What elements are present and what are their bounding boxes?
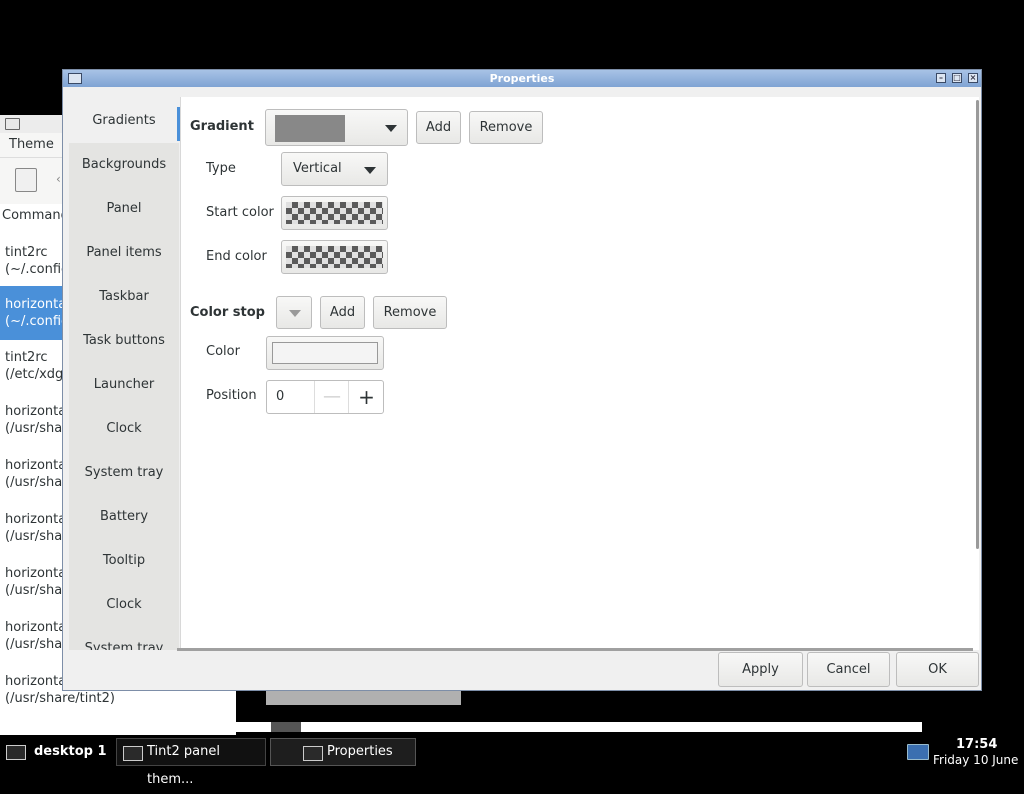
gradient-label: Gradient: [190, 119, 254, 134]
list-item[interactable]: horizonta (/usr/sha: [0, 617, 62, 671]
chevron-down-icon: [289, 310, 301, 317]
list-item[interactable]: horizonta (/usr/sha: [0, 509, 62, 563]
type-combo[interactable]: Vertical: [281, 152, 388, 186]
column-header-command[interactable]: Command: [2, 208, 69, 223]
app-icon: [303, 746, 323, 761]
position-label: Position: [206, 388, 257, 403]
clock-date[interactable]: Friday 10 June: [933, 753, 1018, 767]
chevron-left-icon[interactable]: ‹: [56, 172, 61, 186]
network-icon[interactable]: [907, 744, 929, 760]
color-stop-combo[interactable]: [276, 296, 312, 329]
end-color-button[interactable]: [281, 240, 388, 274]
tab-launcher[interactable]: Launcher: [69, 363, 179, 407]
tab-clock-2[interactable]: Clock: [69, 583, 179, 627]
color-stop-label: Color stop: [190, 305, 265, 320]
end-color-label: End color: [206, 249, 267, 264]
maximize-icon[interactable]: □: [952, 73, 962, 83]
task-button-properties[interactable]: Properties: [270, 738, 416, 766]
transparent-swatch: [286, 202, 383, 224]
apply-button[interactable]: Apply: [718, 652, 803, 687]
transparent-swatch: [286, 246, 383, 268]
list-item[interactable]: tint2rc (/etc/xdg: [0, 347, 62, 401]
list-item[interactable]: horizonta (/usr/sha: [0, 401, 62, 455]
ok-button[interactable]: OK: [896, 652, 979, 687]
desktop-icon[interactable]: [6, 745, 26, 760]
chevron-down-icon: [385, 125, 397, 132]
gradients-page: Gradient Add Remove Type Vertical Start …: [180, 97, 979, 650]
theme-edit-icon[interactable]: [15, 168, 37, 192]
tab-gradients[interactable]: Gradients: [69, 99, 179, 143]
type-label: Type: [206, 161, 236, 176]
tab-taskbar[interactable]: Taskbar: [69, 275, 179, 319]
type-value: Vertical: [293, 161, 342, 176]
color-label: Color: [206, 344, 240, 359]
position-spinbutton[interactable]: 0 — +: [266, 380, 384, 414]
start-color-label: Start color: [206, 205, 274, 220]
increment-icon[interactable]: +: [348, 381, 384, 413]
color-stop-remove-button[interactable]: Remove: [373, 296, 447, 329]
gradient-swatch: [275, 115, 345, 142]
task-label: Properties: [327, 744, 393, 759]
gradient-add-button[interactable]: Add: [416, 111, 461, 144]
start-color-button[interactable]: [281, 196, 388, 230]
color-swatch: [272, 342, 378, 364]
app-icon: [123, 746, 143, 761]
decrement-icon[interactable]: —: [314, 381, 349, 413]
tab-system-tray[interactable]: System tray: [69, 451, 179, 495]
vertical-scrollbar[interactable]: [976, 100, 979, 549]
list-item[interactable]: horizonta (/usr/sha: [0, 563, 62, 617]
tab-clock[interactable]: Clock: [69, 407, 179, 451]
taskbar: desktop 1 Tint2 panel them... Properties…: [0, 736, 1024, 787]
cancel-button[interactable]: Cancel: [807, 652, 890, 687]
window-icon: [68, 73, 82, 84]
window-icon: [5, 118, 20, 130]
sidebar: Gradients Backgrounds Panel Panel items …: [69, 99, 179, 650]
task-label: Tint2 panel them...: [147, 744, 220, 787]
dialog-title: Properties: [489, 72, 555, 85]
menu-theme[interactable]: Theme: [9, 137, 54, 152]
tab-battery[interactable]: Battery: [69, 495, 179, 539]
clock-time[interactable]: 17:54: [956, 737, 997, 752]
color-button[interactable]: [266, 336, 384, 370]
horizontal-scrollbar[interactable]: [177, 648, 973, 651]
list-item[interactable]: horizonta (/usr/sha: [0, 455, 62, 509]
close-icon[interactable]: ×: [968, 73, 978, 83]
tab-system-tray-2[interactable]: System tray: [69, 627, 179, 650]
tab-task-buttons[interactable]: Task buttons: [69, 319, 179, 363]
minimize-icon[interactable]: –: [936, 73, 946, 83]
color-stop-add-button[interactable]: Add: [320, 296, 365, 329]
dialog-titlebar[interactable]: Properties – □ ×: [63, 70, 981, 87]
position-value: 0: [276, 389, 285, 404]
list-item-selected[interactable]: horizonta (~/.config: [0, 286, 62, 340]
properties-dialog: Properties – □ × Gradients Backgrounds P…: [62, 69, 982, 691]
task-button-tint2[interactable]: Tint2 panel them...: [116, 738, 266, 787]
gradient-combo[interactable]: [265, 109, 408, 146]
tab-tooltip[interactable]: Tooltip: [69, 539, 179, 583]
desktop-switcher[interactable]: desktop 1: [34, 738, 107, 766]
tab-panel[interactable]: Panel: [69, 187, 179, 231]
tab-panel-items[interactable]: Panel items: [69, 231, 179, 275]
chevron-down-icon: [364, 167, 376, 174]
gradient-remove-button[interactable]: Remove: [469, 111, 543, 144]
tab-backgrounds[interactable]: Backgrounds: [69, 143, 179, 187]
